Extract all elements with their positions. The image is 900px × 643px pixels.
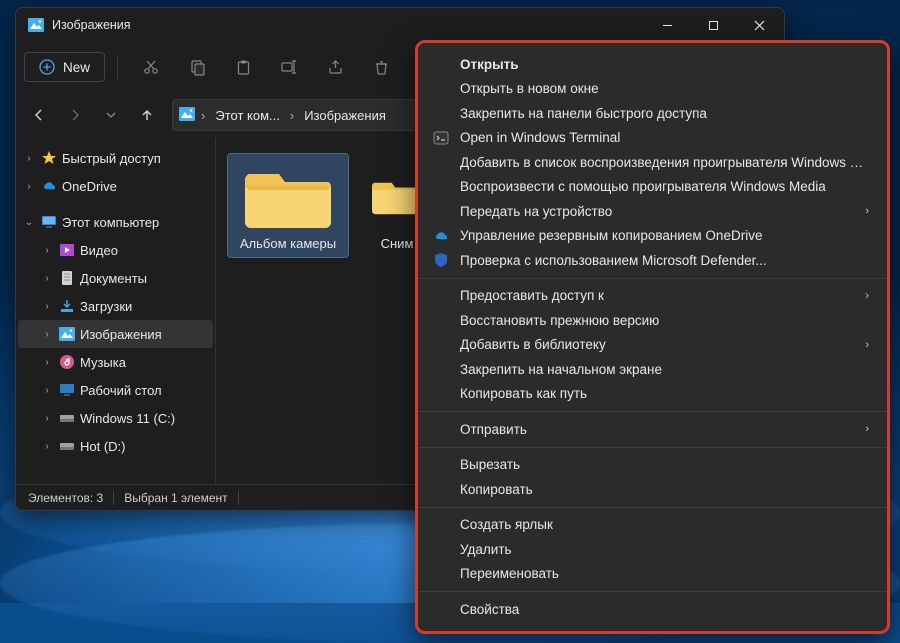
menu-item-play-wmp[interactable]: Воспроизвести с помощью проигрывателя Wi… (418, 175, 887, 200)
menu-item-cast[interactable]: Передать на устройство› (418, 199, 887, 224)
folder-label: Сним (381, 236, 414, 251)
drive-icon (58, 437, 76, 455)
desktop-icon (58, 381, 76, 399)
maximize-button[interactable] (690, 9, 736, 41)
chevron-right-icon[interactable]: › (22, 153, 36, 164)
paste-button[interactable] (222, 49, 264, 85)
sidebar-item-desktop[interactable]: › Рабочий стол (18, 376, 213, 404)
sidebar-item-videos[interactable]: › Видео (18, 236, 213, 264)
menu-item-properties[interactable]: Свойства (418, 597, 887, 622)
menu-item-send-to[interactable]: Отправить› (418, 417, 887, 442)
new-button-label: New (63, 60, 90, 75)
menu-item-rename[interactable]: Переименовать (418, 562, 887, 587)
rename-button[interactable] (268, 49, 310, 85)
menu-item-copy[interactable]: Копировать (418, 477, 887, 502)
shield-icon (432, 251, 450, 269)
drive-icon (58, 409, 76, 427)
onedrive-icon (432, 227, 450, 245)
sidebar-item-cdrive[interactable]: › Windows 11 (C:) (18, 404, 213, 432)
monitor-icon (40, 213, 58, 231)
menu-item-create-shortcut[interactable]: Создать ярлык (418, 513, 887, 538)
pictures-icon (179, 106, 195, 125)
status-item-count: Элементов: 3 (28, 491, 103, 505)
cut-button[interactable] (130, 49, 172, 85)
terminal-icon (432, 129, 450, 147)
menu-item-defender-scan[interactable]: Проверка с использованием Microsoft Defe… (418, 248, 887, 273)
menu-item-add-wmp-playlist[interactable]: Добавить в список воспроизведения проигр… (418, 150, 887, 175)
sidebar-item-downloads[interactable]: › Загрузки (18, 292, 213, 320)
folder-icon (245, 160, 331, 230)
downloads-icon (58, 297, 76, 315)
chevron-right-icon: › (199, 108, 207, 123)
chevron-right-icon: › (865, 290, 869, 302)
sidebar-item-music[interactable]: › Музыка (18, 348, 213, 376)
titlebar: Изображения (16, 8, 784, 42)
status-selection: Выбран 1 элемент (124, 491, 227, 505)
breadcrumb-segment[interactable]: Изображения (300, 104, 390, 127)
share-button[interactable] (314, 49, 356, 85)
context-menu: Открыть Открыть в новом окне Закрепить н… (415, 40, 890, 634)
menu-item-copy-as-path[interactable]: Копировать как путь (418, 382, 887, 407)
menu-item-open-new-window[interactable]: Открыть в новом окне (418, 77, 887, 102)
menu-item-onedrive-backup[interactable]: Управление резервным копированием OneDri… (418, 224, 887, 249)
close-button[interactable] (736, 9, 782, 41)
sidebar-item-ddrive[interactable]: › Hot (D:) (18, 432, 213, 460)
minimize-button[interactable] (644, 9, 690, 41)
sidebar-item-onedrive[interactable]: › OneDrive (18, 172, 213, 200)
sidebar-item-this-pc[interactable]: ⌄ Этот компьютер (18, 208, 213, 236)
menu-item-delete[interactable]: Удалить (418, 537, 887, 562)
menu-item-open-terminal[interactable]: Open in Windows Terminal (418, 126, 887, 151)
chevron-right-icon[interactable]: › (40, 245, 54, 256)
window-title: Изображения (52, 18, 644, 32)
new-button[interactable]: New (24, 52, 105, 82)
chevron-right-icon[interactable]: › (22, 181, 36, 192)
chevron-right-icon: › (288, 108, 296, 123)
up-button[interactable] (130, 98, 164, 132)
onedrive-icon (40, 177, 58, 195)
sidebar-item-pictures[interactable]: › Изображения (18, 320, 213, 348)
menu-item-restore-version[interactable]: Восстановить прежнюю версию (418, 308, 887, 333)
music-icon (58, 353, 76, 371)
chevron-right-icon: › (865, 205, 869, 217)
chevron-right-icon[interactable]: › (40, 301, 54, 312)
menu-item-cut[interactable]: Вырезать (418, 453, 887, 478)
sidebar-item-documents[interactable]: › Документы (18, 264, 213, 292)
chevron-right-icon[interactable]: › (40, 441, 54, 452)
chevron-right-icon[interactable]: › (40, 273, 54, 284)
pictures-icon (58, 325, 76, 343)
chevron-right-icon[interactable]: › (40, 413, 54, 424)
forward-button[interactable] (58, 98, 92, 132)
chevron-down-icon[interactable]: ⌄ (22, 217, 36, 228)
chevron-right-icon: › (865, 423, 869, 435)
documents-icon (58, 269, 76, 287)
chevron-right-icon[interactable]: › (40, 385, 54, 396)
menu-item-give-access[interactable]: Предоставить доступ к› (418, 284, 887, 309)
pictures-icon (28, 17, 44, 33)
chevron-right-icon[interactable]: › (40, 329, 54, 340)
chevron-right-icon[interactable]: › (40, 357, 54, 368)
menu-item-pin-start[interactable]: Закрепить на начальном экране (418, 357, 887, 382)
chevron-right-icon: › (865, 339, 869, 351)
recent-dropdown[interactable] (94, 98, 128, 132)
menu-item-open[interactable]: Открыть (418, 52, 887, 77)
sidebar-item-quick-access[interactable]: › Быстрый доступ (18, 144, 213, 172)
toolbar-separator (117, 55, 118, 79)
menu-item-pin-quick-access[interactable]: Закрепить на панели быстрого доступа (418, 101, 887, 126)
delete-button[interactable] (360, 49, 402, 85)
videos-icon (58, 241, 76, 259)
back-button[interactable] (22, 98, 56, 132)
copy-button[interactable] (176, 49, 218, 85)
folder-label: Альбом камеры (240, 236, 336, 251)
menu-item-add-library[interactable]: Добавить в библиотеку› (418, 333, 887, 358)
breadcrumb-segment[interactable]: Этот ком... (211, 104, 284, 127)
folder-item[interactable]: Альбом камеры (228, 154, 348, 257)
navigation-pane: › Быстрый доступ › OneDrive ⌄ Этот компь… (16, 138, 216, 484)
star-icon (40, 149, 58, 167)
